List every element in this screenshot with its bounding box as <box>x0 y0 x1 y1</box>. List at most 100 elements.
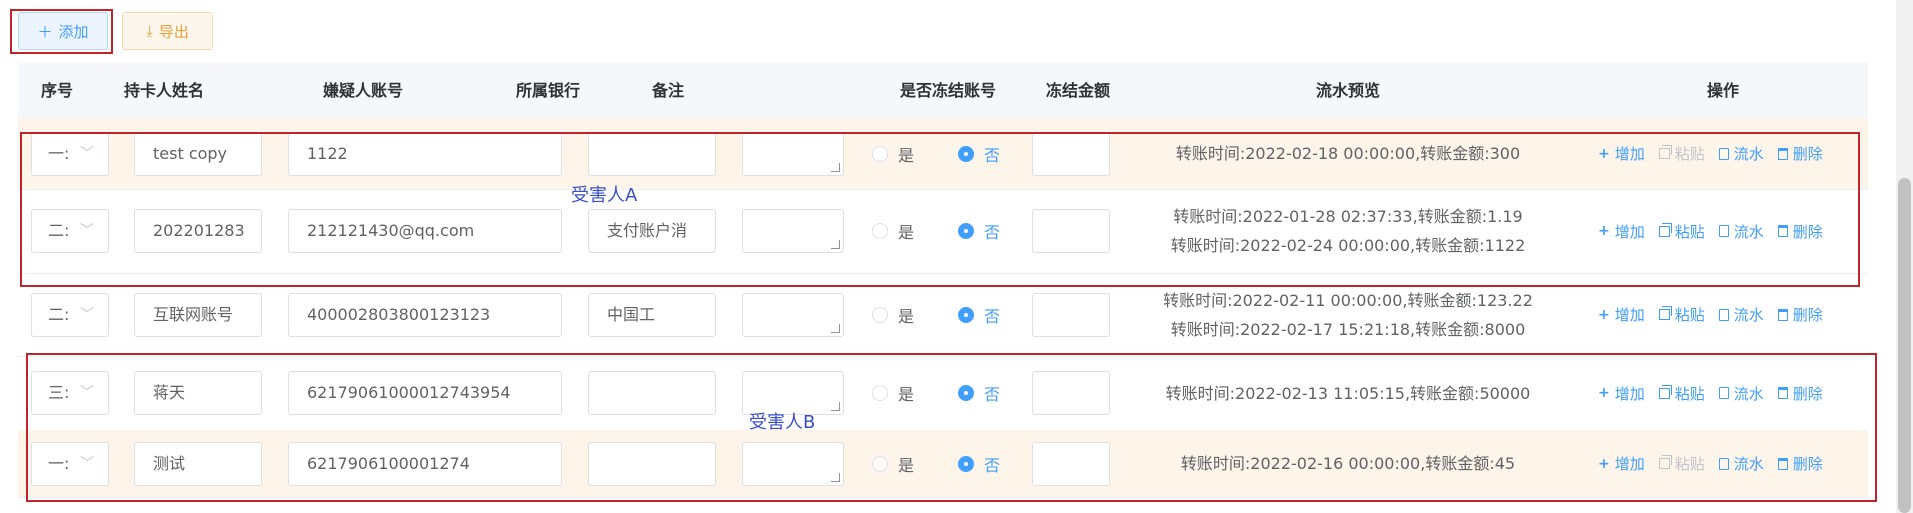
flow-button[interactable]: 流水 <box>1718 221 1764 242</box>
paste-label: 粘贴 <box>1674 145 1705 163</box>
freeze-no-radio[interactable]: 否 <box>958 273 1000 356</box>
radio-circle-icon <box>958 145 974 162</box>
delete-label: 删除 <box>1792 222 1823 241</box>
paste-button[interactable]: 粘贴 <box>1658 304 1705 325</box>
index-select[interactable]: 三: ﹀ <box>31 371 109 415</box>
index-select-value: 二: <box>48 305 70 324</box>
remark-textarea[interactable] <box>742 132 844 176</box>
account-input[interactable]: 400002803800123123 <box>288 293 562 337</box>
add-row-button[interactable]: + 增加 <box>1598 453 1645 474</box>
document-icon <box>1718 225 1729 237</box>
add-row-label: 增加 <box>1614 145 1645 163</box>
flow-preview: 转账时间:2022-02-13 11:05:15,转账金额:50000 <box>1143 356 1553 430</box>
paste-label: 粘贴 <box>1674 384 1705 403</box>
holder-input[interactable]: 蒋天 <box>134 371 262 415</box>
freeze-yes-radio[interactable]: 是 <box>872 356 914 430</box>
add-row-button[interactable]: + 增加 <box>1598 143 1645 164</box>
bank-input[interactable]: 中国工 <box>588 293 716 337</box>
freeze-amount-input[interactable] <box>1032 132 1110 176</box>
flow-label: 流水 <box>1733 306 1764 324</box>
index-select[interactable]: 二: ﹀ <box>31 209 109 253</box>
radio-circle-icon <box>958 223 974 239</box>
flow-label: 流水 <box>1733 145 1764 163</box>
delete-button[interactable]: 删除 <box>1777 143 1823 164</box>
copy-icon <box>1658 384 1672 399</box>
account-input[interactable]: 62179061000012743954 <box>288 371 562 415</box>
freeze-amount-input[interactable] <box>1032 442 1110 486</box>
flow-button[interactable]: 流水 <box>1718 304 1764 325</box>
delete-button[interactable]: 删除 <box>1777 304 1823 325</box>
bank-input[interactable]: 支付账户消 <box>588 209 716 253</box>
export-button[interactable]: ⤓ 导出 <box>122 12 213 50</box>
victim-a-label: 受害人A <box>571 185 638 206</box>
index-select[interactable]: 一: ﹀ <box>31 132 109 176</box>
chevron-down-icon: ﹀ <box>80 223 94 239</box>
radio-circle-icon <box>872 306 888 323</box>
header-freeze-amount: 冻结金额 <box>1045 81 1110 100</box>
account-input[interactable]: 1122 <box>288 132 562 176</box>
document-icon <box>1718 457 1729 470</box>
trash-icon <box>1777 457 1788 470</box>
flow-button[interactable]: 流水 <box>1718 383 1764 404</box>
table-row: 三: ﹀ 蒋天 62179061000012743954 是 否 转账时间:20… <box>18 356 1868 431</box>
trash-icon <box>1777 147 1788 160</box>
freeze-amount-input[interactable] <box>1032 209 1110 253</box>
trash-icon <box>1777 387 1788 399</box>
freeze-yes-radio[interactable]: 是 <box>872 118 914 189</box>
freeze-yes-radio[interactable]: 是 <box>872 273 914 356</box>
add-row-button[interactable]: + 增加 <box>1598 383 1645 404</box>
freeze-amount-input[interactable] <box>1032 293 1110 337</box>
bank-input[interactable] <box>588 371 716 415</box>
paste-button[interactable]: 粘贴 <box>1658 383 1705 404</box>
flow-line: 转账时间:2022-02-18 00:00:00,转账金额:300 <box>1175 144 1521 163</box>
delete-button[interactable]: 删除 <box>1777 383 1823 404</box>
remark-textarea[interactable] <box>742 209 844 253</box>
add-row-label: 增加 <box>1614 455 1645 473</box>
plus-icon: + <box>1598 223 1610 239</box>
remark-textarea[interactable] <box>742 293 844 337</box>
vertical-scrollbar[interactable] <box>1896 0 1913 513</box>
account-input[interactable]: 6217906100001274 <box>288 442 562 486</box>
bank-input[interactable] <box>588 442 716 486</box>
freeze-no-label: 否 <box>984 223 1001 242</box>
add-row-button[interactable]: + 增加 <box>1598 221 1645 242</box>
paste-button[interactable]: 粘贴 <box>1658 453 1705 474</box>
plus-icon: + <box>1598 145 1610 162</box>
freeze-no-radio[interactable]: 否 <box>958 430 1000 497</box>
holder-input[interactable]: 测试 <box>134 442 262 486</box>
copy-icon <box>1658 145 1672 159</box>
freeze-no-label: 否 <box>984 145 1001 165</box>
holder-input[interactable]: 互联网账号 <box>134 293 262 337</box>
paste-label: 粘贴 <box>1674 306 1705 324</box>
paste-button[interactable]: 粘贴 <box>1658 143 1705 164</box>
remark-textarea[interactable] <box>742 442 844 486</box>
flow-button[interactable]: 流水 <box>1718 453 1764 474</box>
freeze-yes-radio[interactable]: 是 <box>872 189 914 273</box>
freeze-amount-input[interactable] <box>1032 371 1110 415</box>
scrollbar-thumb[interactable] <box>1898 178 1911 513</box>
table-row: 二: ﹀ 互联网账号 400002803800123123 中国工 是 否 转账… <box>18 273 1868 357</box>
index-select[interactable]: 一: ﹀ <box>31 442 109 486</box>
freeze-no-radio[interactable]: 否 <box>958 356 1000 430</box>
delete-label: 删除 <box>1792 145 1823 163</box>
delete-button[interactable]: 删除 <box>1777 221 1823 242</box>
header-bank: 所属银行 <box>515 81 580 100</box>
freeze-yes-radio[interactable]: 是 <box>872 430 914 497</box>
add-row-button[interactable]: + 增加 <box>1598 304 1645 325</box>
table-row: 一: ﹀ 测试 6217906100001274 是 否 转账时间:2022-0… <box>18 430 1868 498</box>
row-operations: + 增加 粘贴 流水 删除 <box>1598 356 1823 430</box>
freeze-yes-label: 是 <box>898 385 915 404</box>
account-input[interactable]: 212121430@qq.com <box>288 209 562 253</box>
bank-input[interactable] <box>588 132 716 176</box>
delete-button[interactable]: 删除 <box>1777 453 1823 474</box>
index-select[interactable]: 二: ﹀ <box>31 293 109 337</box>
table-row: 一: ﹀ test copy 1122 是 否 转账时间:2022-02-18 … <box>18 118 1868 190</box>
paste-button[interactable]: 粘贴 <box>1658 221 1705 242</box>
flow-line: 转账时间:2022-01-28 02:37:33,转账金额:1.19 <box>1173 207 1523 226</box>
table-header: 序号 持卡人姓名 嫌疑人账号 所属银行 备注 是否冻结账号 冻结金额 流水预览 … <box>18 63 1868 119</box>
flow-button[interactable]: 流水 <box>1718 143 1764 164</box>
freeze-no-radio[interactable]: 否 <box>958 189 1000 273</box>
holder-input[interactable]: test copy <box>134 132 262 176</box>
freeze-no-radio[interactable]: 否 <box>958 118 1000 189</box>
holder-input[interactable]: 202201283 <box>134 209 262 253</box>
